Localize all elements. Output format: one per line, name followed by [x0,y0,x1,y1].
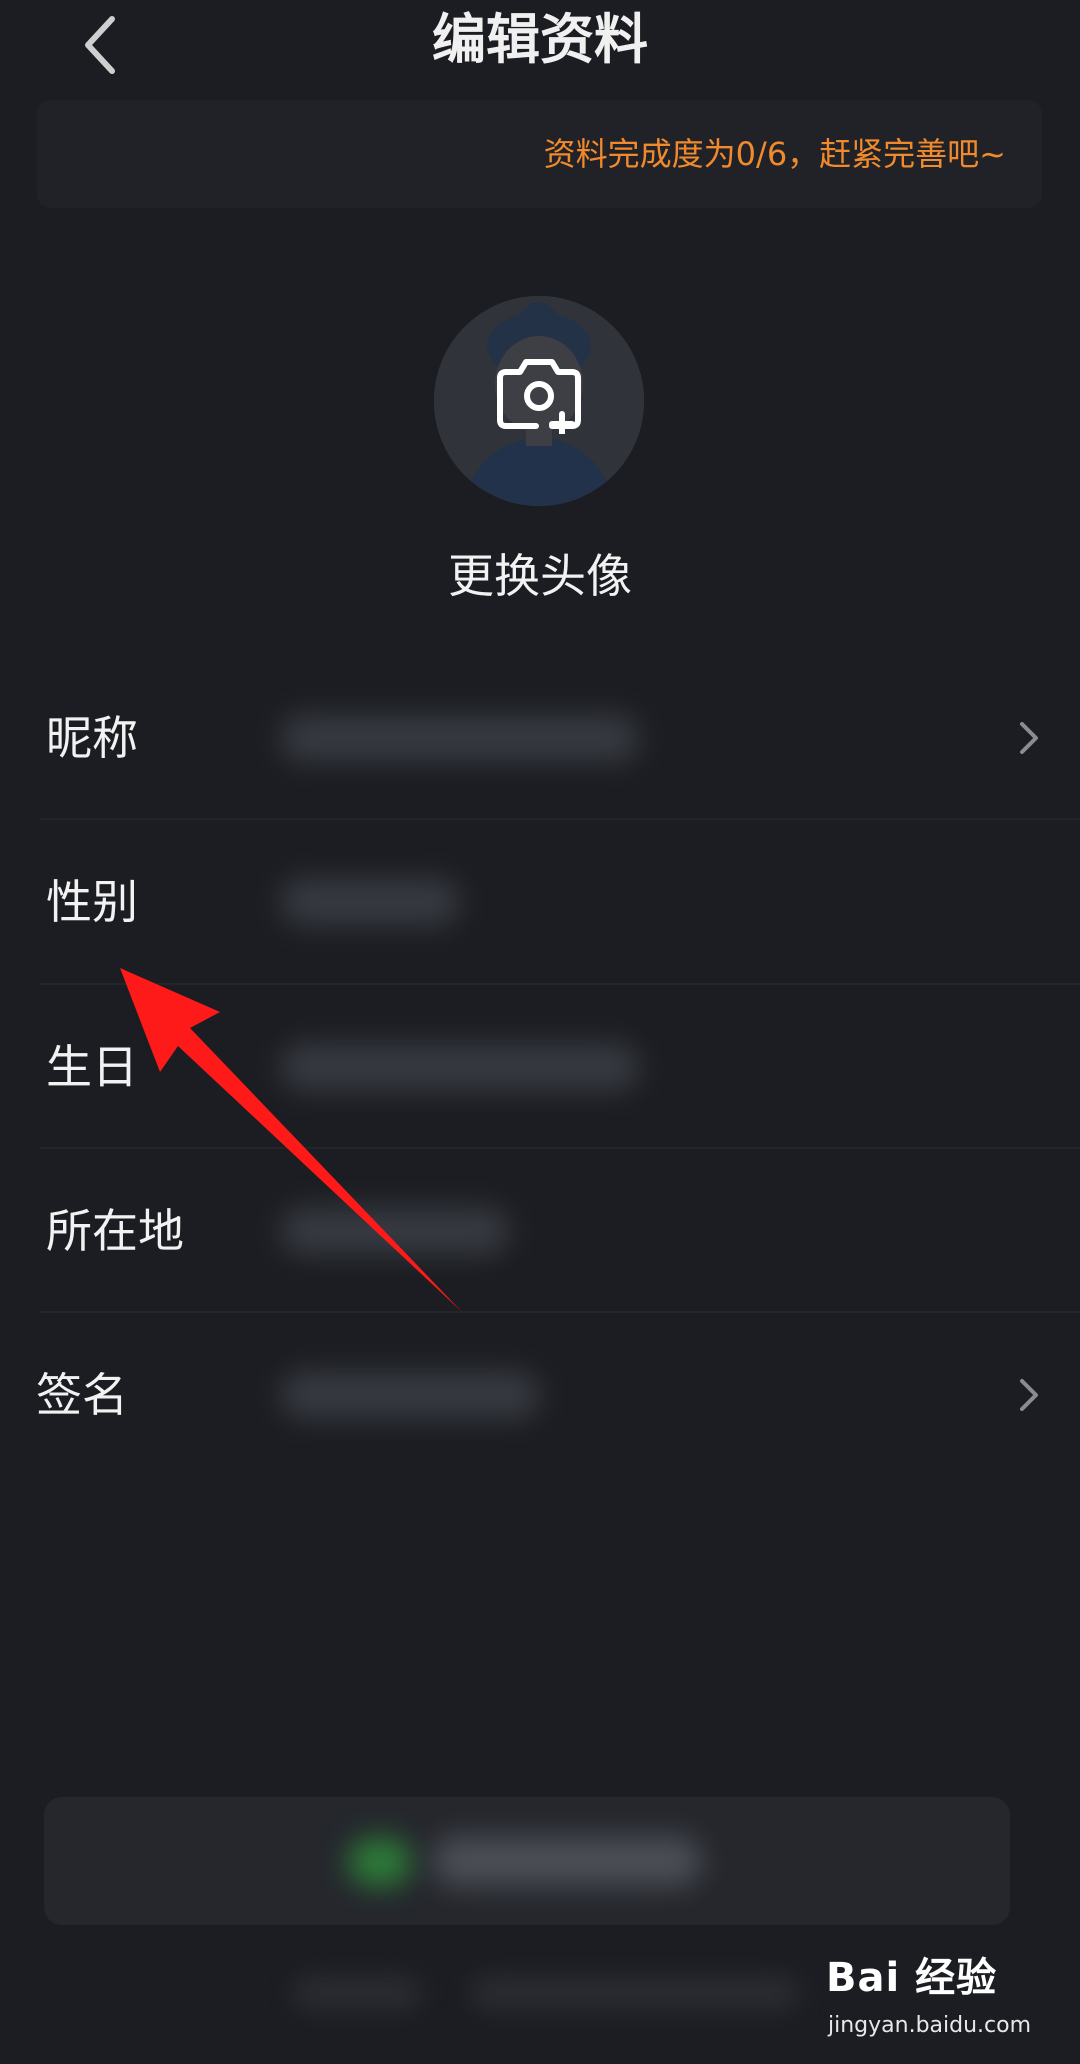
watermark-logo-text: Bai 经验 [826,1955,998,2001]
row-location[interactable]: 所在地 [0,1149,1080,1313]
row-label: 所在地 [46,1204,184,1258]
page-title: 编辑资料 [432,8,648,71]
bottom-link-blurred[interactable] [470,1975,800,2011]
signature-value-blurred [280,1371,540,1419]
camera-add-icon [497,359,581,434]
location-value-blurred [280,1207,510,1255]
change-avatar-label[interactable]: 更换头像 [0,540,1080,606]
nickname-value-blurred [280,714,640,762]
row-label: 昵称 [46,711,138,765]
baidu-jingyan-watermark: Bai 经验 jingyan.baidu.com [826,1945,1048,2053]
completion-text: 资料完成度为0/6，赶紧完善吧~ [543,135,1006,173]
row-label: 性别 [46,875,138,929]
row-label: 签名 [36,1368,128,1422]
row-label: 生日 [46,1040,138,1094]
bottom-link-blurred[interactable] [292,1975,422,2011]
row-gender[interactable]: 性别 [0,820,1080,984]
row-signature[interactable]: 签名 [0,1313,1080,1477]
birthday-value-blurred [280,1043,640,1091]
completion-banner[interactable]: 资料完成度为0/6，赶紧完善吧~ [37,100,1042,208]
chevron-right-icon [1020,1379,1038,1411]
watermark-url: jingyan.baidu.com [828,2013,1032,2038]
chevron-right-icon [1020,722,1038,754]
wechat-icon-blurred [348,1838,412,1886]
avatar[interactable] [434,296,644,506]
edit-profile-page: 编辑资料 资料完成度为0/6，赶紧完善吧~ 更换头像 昵称 性别 生日 所在地 … [0,0,1080,2064]
row-birthday[interactable]: 生日 [0,985,1080,1149]
row-nickname[interactable]: 昵称 [0,656,1080,820]
bottom-action-text-blurred [432,1836,702,1886]
gender-value-blurred [280,878,460,926]
